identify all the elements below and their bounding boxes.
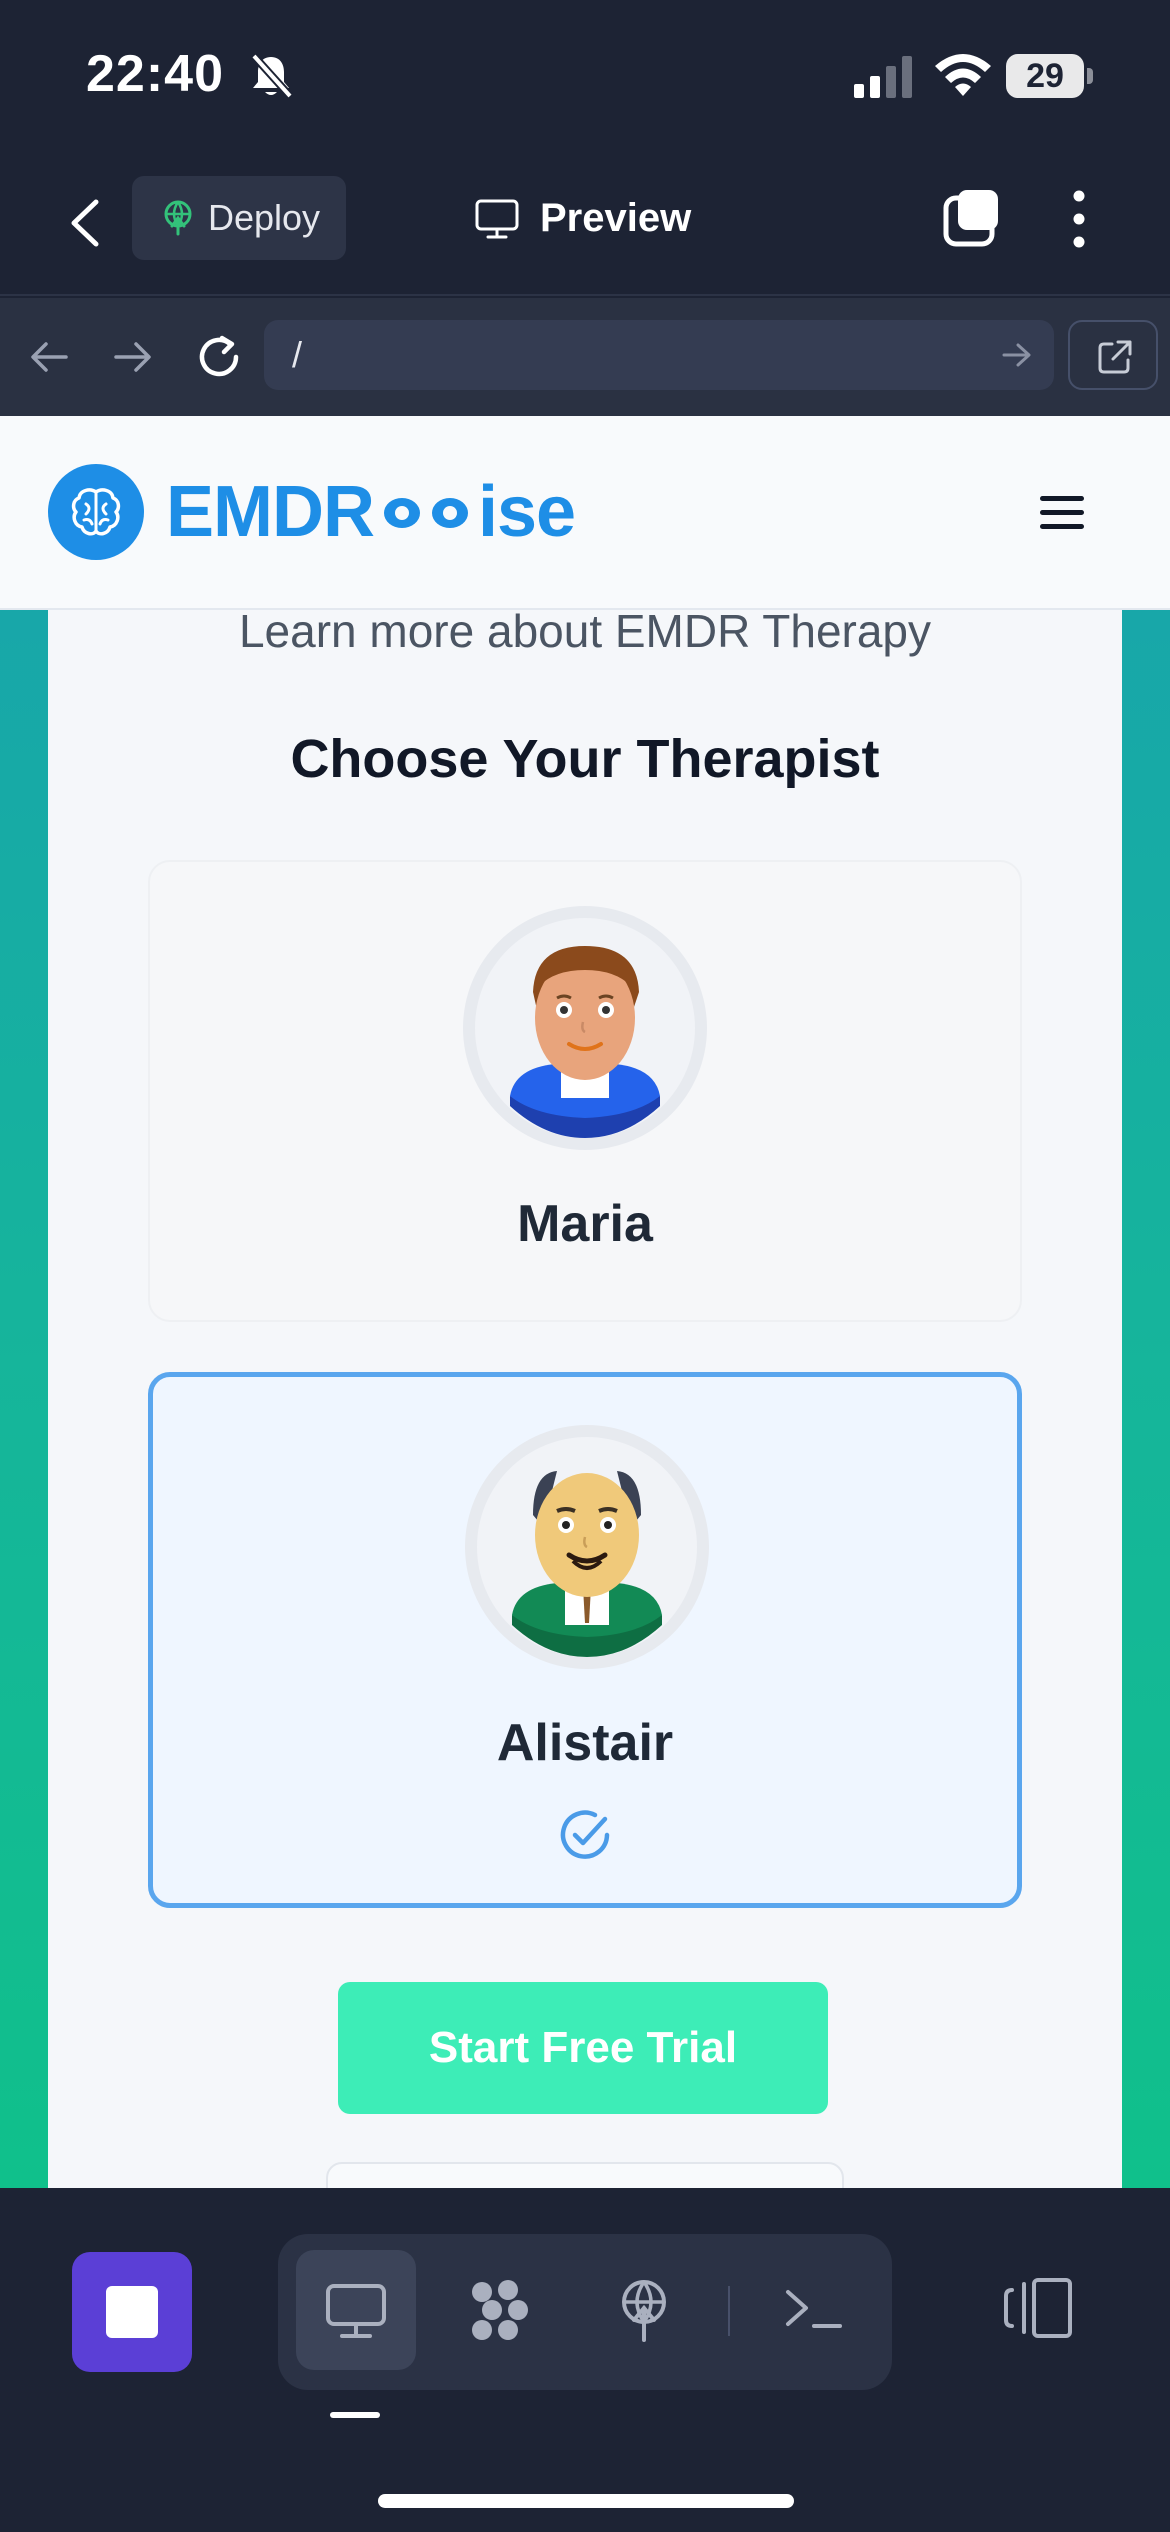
bell-slash-icon: [251, 53, 293, 99]
logo-eyes-icon: [382, 468, 470, 556]
open-external-button[interactable]: [1068, 320, 1158, 390]
avatar: [465, 1425, 709, 1669]
app-toolbar: Deploy Preview: [0, 150, 1170, 296]
back-chevron-icon[interactable]: [60, 188, 110, 258]
avatar: [463, 906, 707, 1150]
bottom-dock: [0, 2188, 1170, 2532]
logo-text-left: EMDR: [166, 472, 375, 552]
therapist-avatar-alistair: [477, 1437, 697, 1657]
stop-button[interactable]: [72, 2252, 192, 2372]
dock-preview-tab[interactable]: [296, 2250, 416, 2370]
therapist-card-alistair[interactable]: Alistair: [148, 1372, 1022, 1908]
preview-label: Preview: [540, 196, 692, 240]
reload-icon[interactable]: [192, 330, 246, 384]
site-logo[interactable]: EMDR ise: [166, 468, 576, 556]
therapist-card-maria[interactable]: Maria: [148, 860, 1022, 1322]
deploy-globe-icon: [164, 200, 192, 236]
tabs-icon[interactable]: [940, 186, 1004, 250]
battery-level: 29: [1026, 57, 1064, 95]
terminal-icon: [786, 2290, 842, 2328]
hamburger-menu-icon[interactable]: [1040, 494, 1084, 532]
dock-divider: [728, 2286, 730, 2336]
check-circle-icon: [560, 1810, 610, 1859]
url-text: /: [292, 334, 303, 375]
deploy-label: Deploy: [208, 197, 321, 238]
web-preview: EMDR ise Learn more about EMDR Therapy Ch…: [0, 416, 1170, 2188]
signal-icon: [854, 56, 912, 98]
brain-logo-icon[interactable]: [48, 464, 144, 560]
monitor-icon: [475, 199, 519, 239]
external-link-icon: [1098, 340, 1132, 374]
dock-workflow-tab[interactable]: [440, 2250, 560, 2370]
more-options-icon[interactable]: [1054, 184, 1104, 254]
start-free-trial-button[interactable]: Start Free Trial: [338, 1982, 828, 2114]
url-input[interactable]: /: [264, 320, 1054, 390]
workflow-icon: [472, 2280, 528, 2340]
arrow-left-icon[interactable]: [26, 334, 72, 380]
status-time: 22:40: [86, 45, 224, 103]
therapist-avatar-maria: [475, 918, 695, 1138]
dock-deploy-tab[interactable]: [584, 2250, 704, 2370]
home-indicator: [378, 2494, 794, 2508]
therapist-name: Maria: [517, 1195, 653, 1253]
monitor-icon: [326, 2284, 386, 2338]
url-bar: /: [0, 298, 1170, 416]
dock-tab-group: [278, 2234, 892, 2390]
therapist-name: Alistair: [496, 1714, 674, 1772]
go-arrow-icon[interactable]: [1000, 340, 1034, 370]
active-tab-indicator: [330, 2412, 380, 2418]
dock-terminal-tab[interactable]: [754, 2250, 874, 2370]
screen: 22:40 29 Deploy Preview / EMDR ise Learn…: [0, 0, 1170, 2532]
section-title: Choose Your Therapist: [290, 729, 880, 789]
secondary-button[interactable]: [326, 2162, 844, 2188]
content-card: Learn more about EMDR Therapy Choose You…: [48, 516, 1122, 2188]
site-header: EMDR ise: [0, 416, 1170, 610]
layout-toggle-icon[interactable]: [996, 2266, 1080, 2350]
wifi-icon: [935, 54, 991, 96]
learn-more-link[interactable]: Learn more about EMDR Therapy: [48, 604, 1122, 658]
arrow-right-icon[interactable]: [110, 334, 156, 380]
stop-icon: [106, 2286, 158, 2338]
deploy-globe-icon: [622, 2280, 666, 2342]
deploy-button[interactable]: Deploy: [132, 176, 346, 260]
logo-text-right: ise: [478, 472, 576, 552]
battery-icon: 29: [1006, 54, 1093, 98]
status-bar: 22:40 29: [0, 0, 1170, 150]
